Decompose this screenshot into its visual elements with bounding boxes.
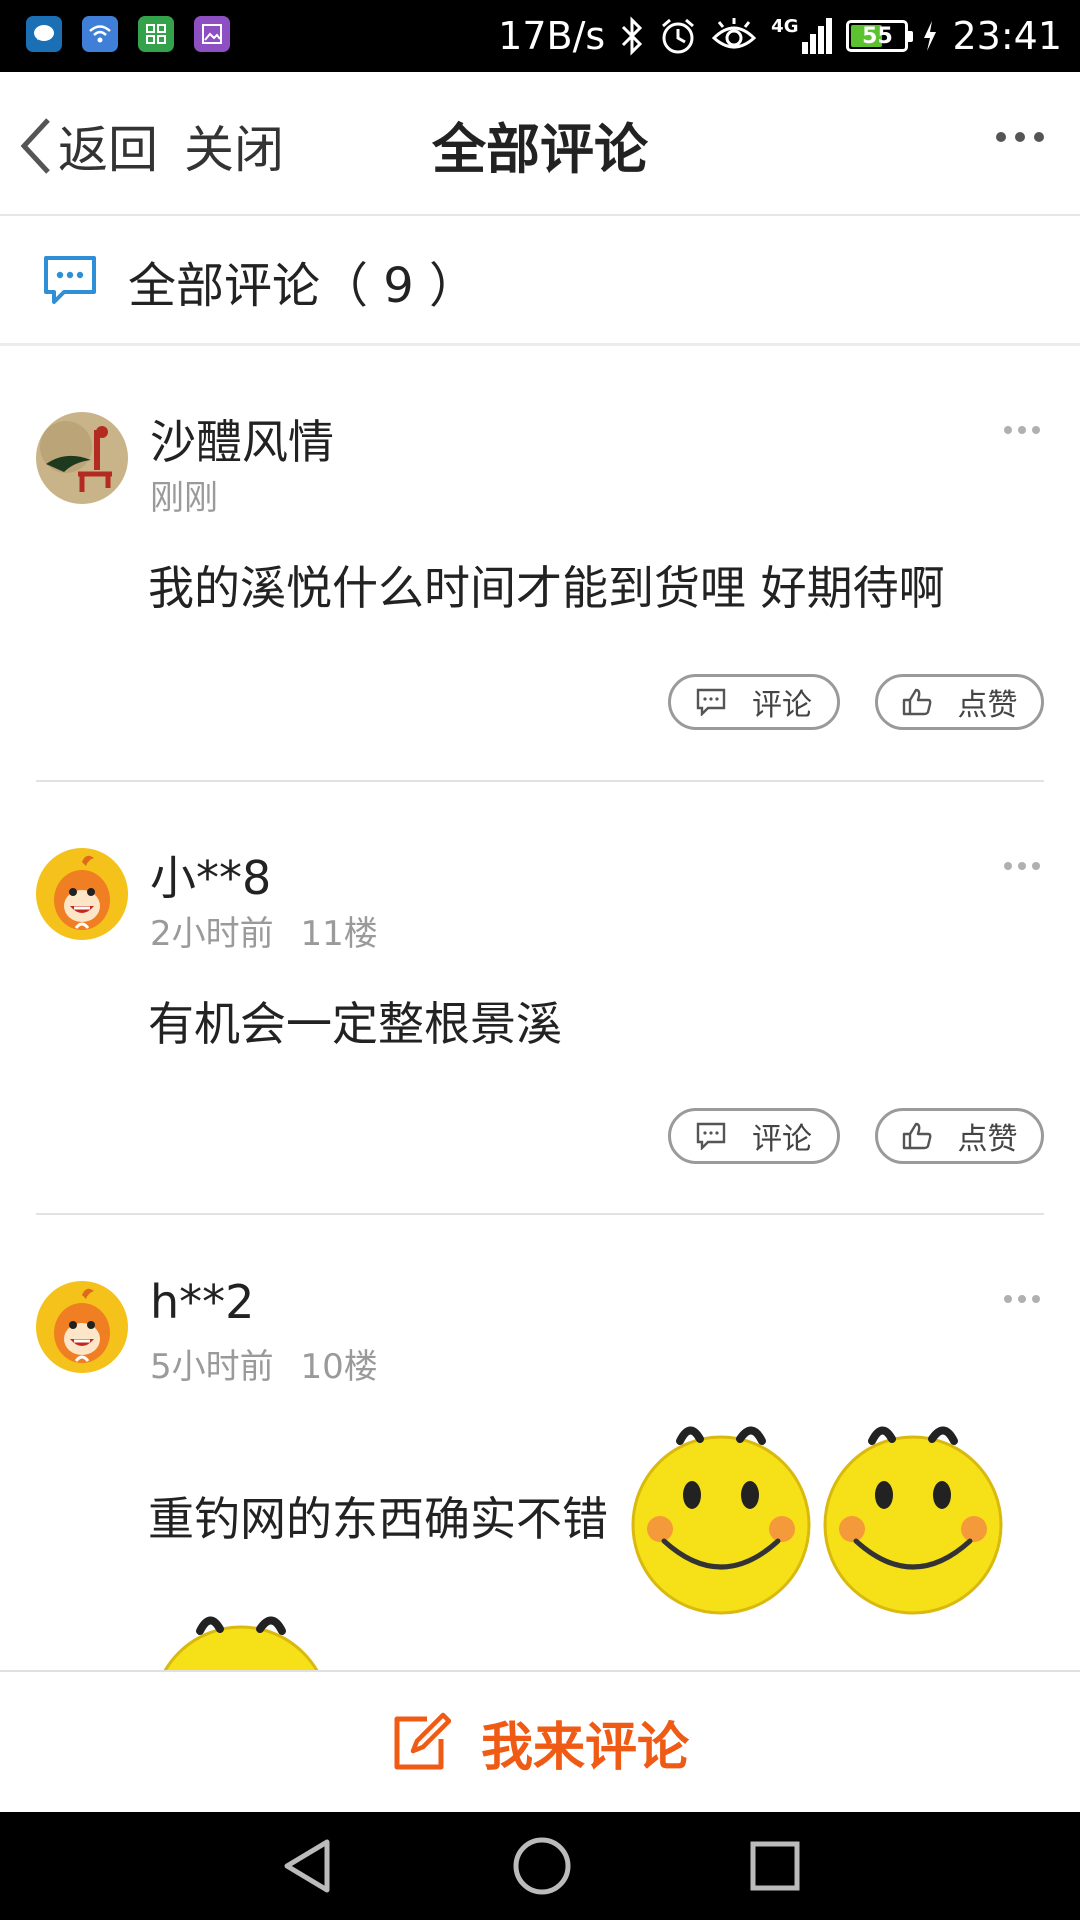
thumbs-up-icon [902,688,931,716]
wifi-app-icon [82,16,118,52]
alarm-icon [662,18,695,54]
avatar[interactable] [36,412,128,504]
comment-username[interactable]: 小**8 [150,842,271,908]
comment-summary: 全部评论（ 9 ） [0,218,1080,346]
comment-time: 5小时前 [150,1347,274,1387]
page-title: 全部评论 [432,117,648,181]
comment-icon [696,1122,726,1150]
comment-time: 2小时前 [150,914,274,954]
avatar[interactable] [36,848,128,940]
comment-item: h**2 5小时前 10楼 重钓网的东西确实不错 [0,1215,1080,1670]
charging-icon [924,21,937,51]
like-button[interactable]: 点赞 [875,1108,1044,1164]
network-type: 4G [771,16,799,37]
comment-time: 刚刚 [150,478,218,518]
comment-bubble-icon [44,255,96,304]
reply-button[interactable]: 评论 [668,674,840,730]
navigation-bar: 返回 关闭 全部评论 [0,72,1080,216]
status-bar: 17B/s 4G 55 23:41 [0,0,1080,72]
edit-icon [394,1712,451,1770]
comment-floor: 11楼 [300,914,378,954]
battery-level: 55 [862,23,893,49]
reply-label: 评论 [752,1122,812,1157]
clock: 23:41 [952,14,1062,58]
smiley-emoji-icon [163,1616,319,1670]
like-button[interactable]: 点赞 [875,674,1044,730]
avatar[interactable] [36,1281,128,1373]
notification-icons [26,16,230,52]
comment-meta: 刚刚 [150,470,218,519]
comment-text: 我的溪悦什么时间才能到货哩 好期待啊 [148,561,945,615]
thumbs-up-icon [902,1122,931,1150]
comment-more-button[interactable] [1004,1295,1040,1303]
status-right: 17B/s 4G 55 23:41 [498,0,1062,72]
reply-label: 评论 [752,688,812,723]
eye-icon [711,18,757,49]
comment-text: 有机会一定整根景溪 [148,997,562,1051]
smiley-emoji-icon [823,1426,1003,1615]
bluetooth-icon [622,16,643,56]
comment-more-button[interactable] [1004,426,1040,434]
back-nav-button[interactable] [279,1836,335,1896]
grid-app-icon [138,16,174,52]
comment-count-label: 全部评论（ 9 ） [128,257,478,314]
recents-nav-button[interactable] [749,1840,801,1892]
like-label: 点赞 [957,688,1018,723]
more-options-button[interactable] [996,132,1044,142]
gallery-app-icon [194,16,230,52]
comment-floor: 10楼 [300,1347,378,1387]
comment-username[interactable]: 沙醴风情 [150,406,334,472]
comment-icon [696,688,726,716]
comment-text: 重钓网的东西确实不错 [148,1492,608,1546]
system-navigation-bar [0,1812,1080,1920]
signal-icon: 4G [771,16,833,54]
battery-icon: 55 [846,20,914,52]
write-comment-label: 我来评论 [480,1717,689,1778]
comment-username[interactable]: h**2 [150,1275,254,1329]
like-label: 点赞 [957,1122,1018,1157]
smiley-emoji-icon [631,1426,811,1615]
comment-meta: 5小时前 10楼 [150,1339,378,1388]
write-comment-button[interactable]: 我来评论 [0,1670,1080,1812]
net-speed: 17B/s [498,14,606,58]
comment-more-button[interactable] [1004,862,1040,870]
message-app-icon [26,16,62,52]
comment-item: 小**8 2小时前 11楼 有机会一定整根景溪 评论 点赞 [0,782,1080,1214]
reply-button[interactable]: 评论 [668,1108,840,1164]
home-nav-button[interactable] [512,1836,572,1896]
comment-meta: 2小时前 11楼 [150,906,378,955]
comment-item: 沙醴风情 刚刚 我的溪悦什么时间才能到货哩 好期待啊 评论 点赞 [0,346,1080,782]
